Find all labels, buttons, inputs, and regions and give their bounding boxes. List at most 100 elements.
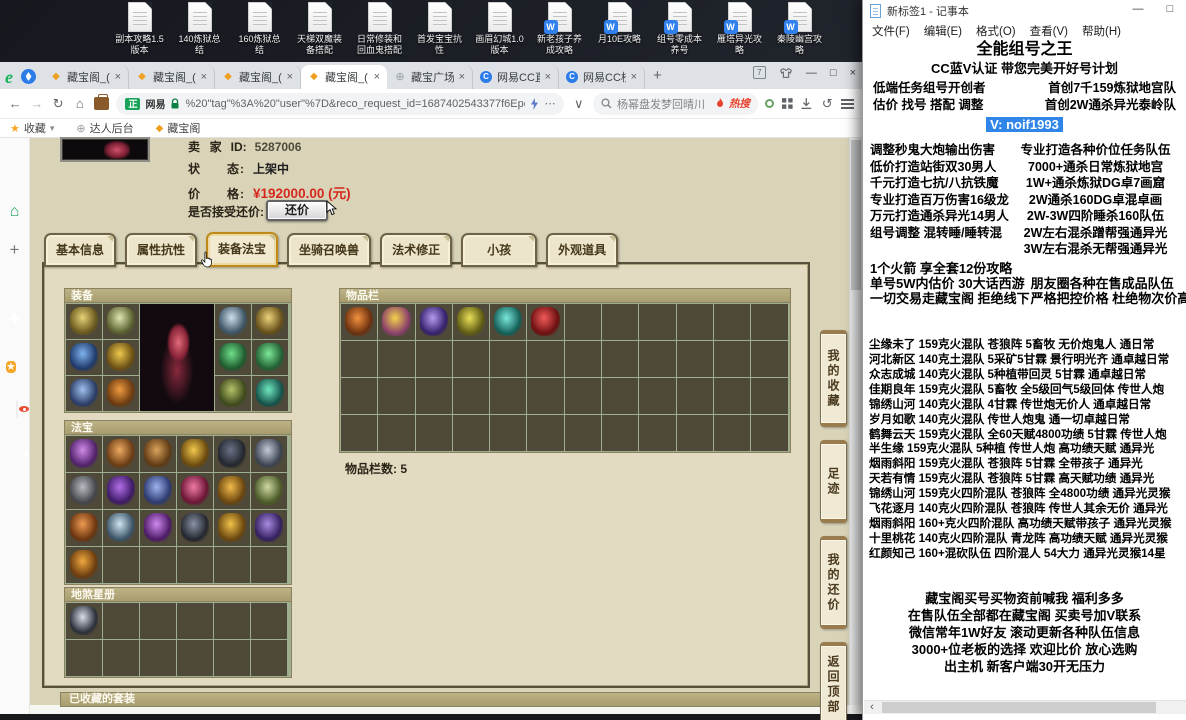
tab-法术修正[interactable]: 法术修正 [380, 233, 453, 267]
notepad-text-area[interactable]: 全能组号之王 CC蓝V认证 带您完美开好号计划 低端任务组号开创者 首创7千159… [863, 40, 1186, 698]
maximize-button[interactable]: □ [830, 67, 837, 79]
tab-坐骑召唤兽[interactable]: 坐骑召唤兽 [287, 233, 372, 267]
browser-tab[interactable]: ◆ 藏宝阁_(× [215, 65, 301, 89]
page-scrollbar[interactable] [849, 138, 862, 705]
bolt-icon[interactable] [530, 97, 539, 110]
skin-theme-icon[interactable] [779, 67, 793, 79]
home-icon[interactable]: ⌂ [73, 96, 88, 111]
tab-close-icon[interactable]: × [374, 71, 380, 83]
tab-close-icon[interactable]: × [545, 71, 551, 83]
item-belt[interactable] [215, 376, 251, 411]
item-blue-book[interactable] [140, 473, 176, 509]
side-tab-足迹[interactable]: 足迹 [820, 440, 847, 523]
notepad-hscrollbar[interactable]: ‹ [864, 700, 1186, 714]
rail-favorites-icon[interactable]: ★ [6, 361, 16, 373]
item-stone-tablet[interactable] [66, 473, 102, 509]
search-box[interactable]: 杨幂盘发梦回晴川 热搜 [592, 92, 758, 115]
page-scrollbar-thumb[interactable] [851, 140, 861, 290]
notepad-minimize-button[interactable]: — [1122, 0, 1154, 21]
desktop-icon[interactable]: 天梯双魔装备搭配 [294, 2, 345, 57]
browser-logo-icon[interactable]: e [5, 67, 13, 87]
desktop-icon[interactable]: W 新老孩子养成攻略 [534, 2, 585, 57]
desktop-icon[interactable]: 140炼狱总结 [174, 2, 225, 57]
item-green-ring-left[interactable] [215, 340, 251, 375]
desktop-icon[interactable]: W 雁塔异光攻略 [714, 2, 765, 57]
desktop-icon[interactable]: 副本攻略1.5版本 [114, 2, 165, 57]
browser-tab[interactable]: C 网易CC校 × [559, 65, 645, 89]
tab-属性抗性[interactable]: 属性抗性 [125, 233, 198, 267]
hot-search-label[interactable]: 热搜 [729, 96, 750, 111]
item-violet-dagger[interactable] [251, 510, 287, 546]
more-icon[interactable]: ⋯ [544, 97, 555, 110]
history-undo-icon[interactable]: ↺ [820, 96, 835, 112]
forward-icon[interactable]: → [30, 96, 45, 111]
rail-home-icon[interactable]: ⌂ [6, 203, 23, 220]
item-orange-boot[interactable] [341, 304, 378, 340]
browser-tab[interactable]: ◆ 藏宝阁_(× [43, 65, 129, 89]
side-tab-我的收藏[interactable]: 我的收藏 [820, 330, 847, 427]
url-text[interactable]: %20"tag"%3A%20"user"%7D&reco_request_id=… [185, 98, 525, 110]
desktop-icon[interactable]: 日常修装和回血鬼搭配 [354, 2, 405, 57]
item-blue-scepter[interactable] [66, 376, 102, 411]
adblock-status-icon[interactable] [764, 99, 774, 108]
item-green-ring-right[interactable] [252, 340, 288, 375]
item-purple-whip[interactable] [103, 473, 139, 509]
compass-icon[interactable] [21, 69, 36, 84]
item-violet-flower[interactable] [140, 510, 176, 546]
tab-外观道具[interactable]: 外观道具 [546, 233, 619, 267]
notepad-menu-item[interactable]: 格式(O) [976, 23, 1016, 39]
desktop-icon[interactable]: 首发宝宝抗性 [414, 2, 465, 57]
item-lute[interactable] [140, 436, 176, 472]
item-dark-armor[interactable] [214, 436, 250, 472]
item-gold-charm[interactable] [177, 436, 213, 472]
bookmark-item[interactable]: ⊕ 达人后台 [76, 120, 133, 136]
rail-eye-protect-icon[interactable] [15, 400, 18, 419]
item-puppet[interactable] [378, 304, 415, 340]
item-tiara[interactable] [103, 304, 139, 339]
extension-badge-icon[interactable]: 7 [752, 66, 766, 79]
refresh-icon[interactable]: ↻ [51, 96, 66, 112]
item-jade-plate[interactable] [251, 473, 287, 509]
desktop-icon[interactable]: W 秦陵幽宫攻略 [774, 2, 825, 57]
item-yellow-robe[interactable] [103, 340, 139, 375]
back-icon[interactable]: ← [8, 96, 23, 111]
tab-close-icon[interactable]: × [115, 71, 121, 83]
item-cyan-tablet[interactable] [490, 304, 527, 340]
tab-close-icon[interactable]: × [287, 71, 293, 83]
item-amber-relic[interactable] [66, 547, 102, 583]
item-gold-orb[interactable] [214, 510, 250, 546]
bookmark-item[interactable]: ◆ 藏宝阁 [156, 120, 201, 136]
item-purple-pouch[interactable] [66, 436, 102, 472]
desktop-icon[interactable]: 画眉幻城1.0版本 [474, 2, 525, 57]
item-bronze-bell[interactable] [66, 510, 102, 546]
bargain-button[interactable]: 还价 [266, 200, 328, 221]
browser-tab[interactable]: C 网易CC直 × [473, 65, 559, 89]
notepad-menu-item[interactable]: 编辑(E) [924, 23, 962, 39]
desktop-icon[interactable]: W 月10E攻略 [594, 2, 645, 57]
rail-add-icon[interactable]: + [6, 241, 23, 258]
item-jade-pearl[interactable] [252, 376, 288, 411]
item-zither[interactable] [103, 436, 139, 472]
bookmark-item[interactable]: ★ 收藏 ▾ [10, 120, 54, 136]
minimize-button[interactable]: — [806, 67, 817, 79]
url-dropdown-icon[interactable]: ∨ [571, 96, 586, 112]
item-gold-ingot[interactable] [214, 473, 250, 509]
item-brooch[interactable] [215, 304, 251, 339]
side-tab-我的还价[interactable]: 我的还价 [820, 536, 847, 629]
item-gold-cloak[interactable] [66, 304, 102, 339]
tab-close-icon[interactable]: × [459, 71, 465, 83]
notepad-maximize-button[interactable]: □ [1154, 0, 1186, 21]
desktop-icon[interactable]: W 组号零成本养号 [654, 2, 705, 57]
item-star-card[interactable] [66, 603, 102, 639]
close-button[interactable]: × [850, 67, 856, 79]
download-icon[interactable] [800, 97, 813, 110]
item-yellow-fruit[interactable] [452, 304, 490, 340]
workspace-briefcase-icon[interactable] [94, 94, 110, 110]
tab-close-icon[interactable]: × [631, 71, 637, 83]
apps-grid-icon[interactable] [781, 97, 794, 110]
item-orange-silk[interactable] [103, 376, 139, 411]
browser-tab[interactable]: ◆ 藏宝阁_(× [129, 65, 215, 89]
search-query-text[interactable]: 杨幂盘发梦回晴川 [617, 96, 711, 112]
item-blue-spear[interactable] [66, 340, 102, 375]
desktop-icon[interactable]: 160炼狱总结 [234, 2, 285, 57]
